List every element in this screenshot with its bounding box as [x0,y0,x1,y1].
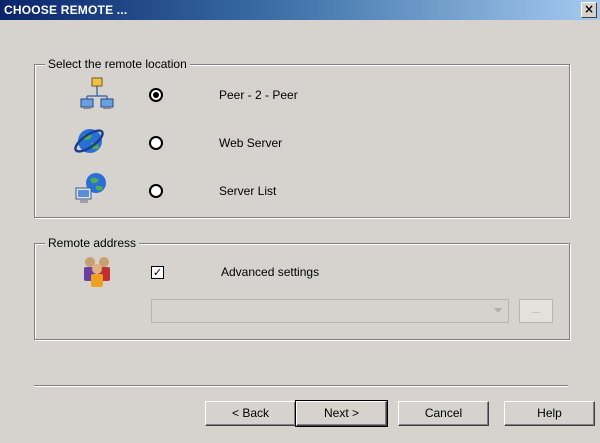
browse-button[interactable]: ... [519,299,553,323]
remote-address-combo[interactable] [151,299,509,323]
web-server-label: Web Server [219,136,283,150]
next-button[interactable]: Next > [295,400,388,427]
chevron-down-icon[interactable] [494,308,502,313]
peer-to-peer-label: Peer - 2 - Peer [219,88,298,102]
remote-address-legend: Remote address [45,236,140,250]
title-bar: CHOOSE REMOTE ... × [0,0,600,20]
users-icon [84,257,110,287]
server-list-label: Server List [219,184,277,198]
server-list-radio[interactable] [149,184,163,198]
peer-to-peer-radio[interactable] [149,88,163,102]
advanced-settings-label: Advanced settings [221,265,320,279]
remote-address-group: Remote address [34,236,570,340]
web-server-radio[interactable] [149,136,163,150]
separator [34,385,568,387]
window-title: CHOOSE REMOTE ... [4,3,128,17]
back-button[interactable]: < Back [205,401,296,426]
globe-icon [74,129,104,153]
help-button[interactable]: Help [504,401,595,426]
remote-location-group: Select the remote location [34,57,570,218]
computer-globe-icon [75,173,106,203]
close-button[interactable]: × [581,2,597,18]
remote-location-legend: Select the remote location [45,57,190,71]
network-computers-icon [80,77,114,109]
cancel-button[interactable]: Cancel [398,401,489,426]
advanced-settings-checkbox[interactable]: ✓ [151,266,164,279]
